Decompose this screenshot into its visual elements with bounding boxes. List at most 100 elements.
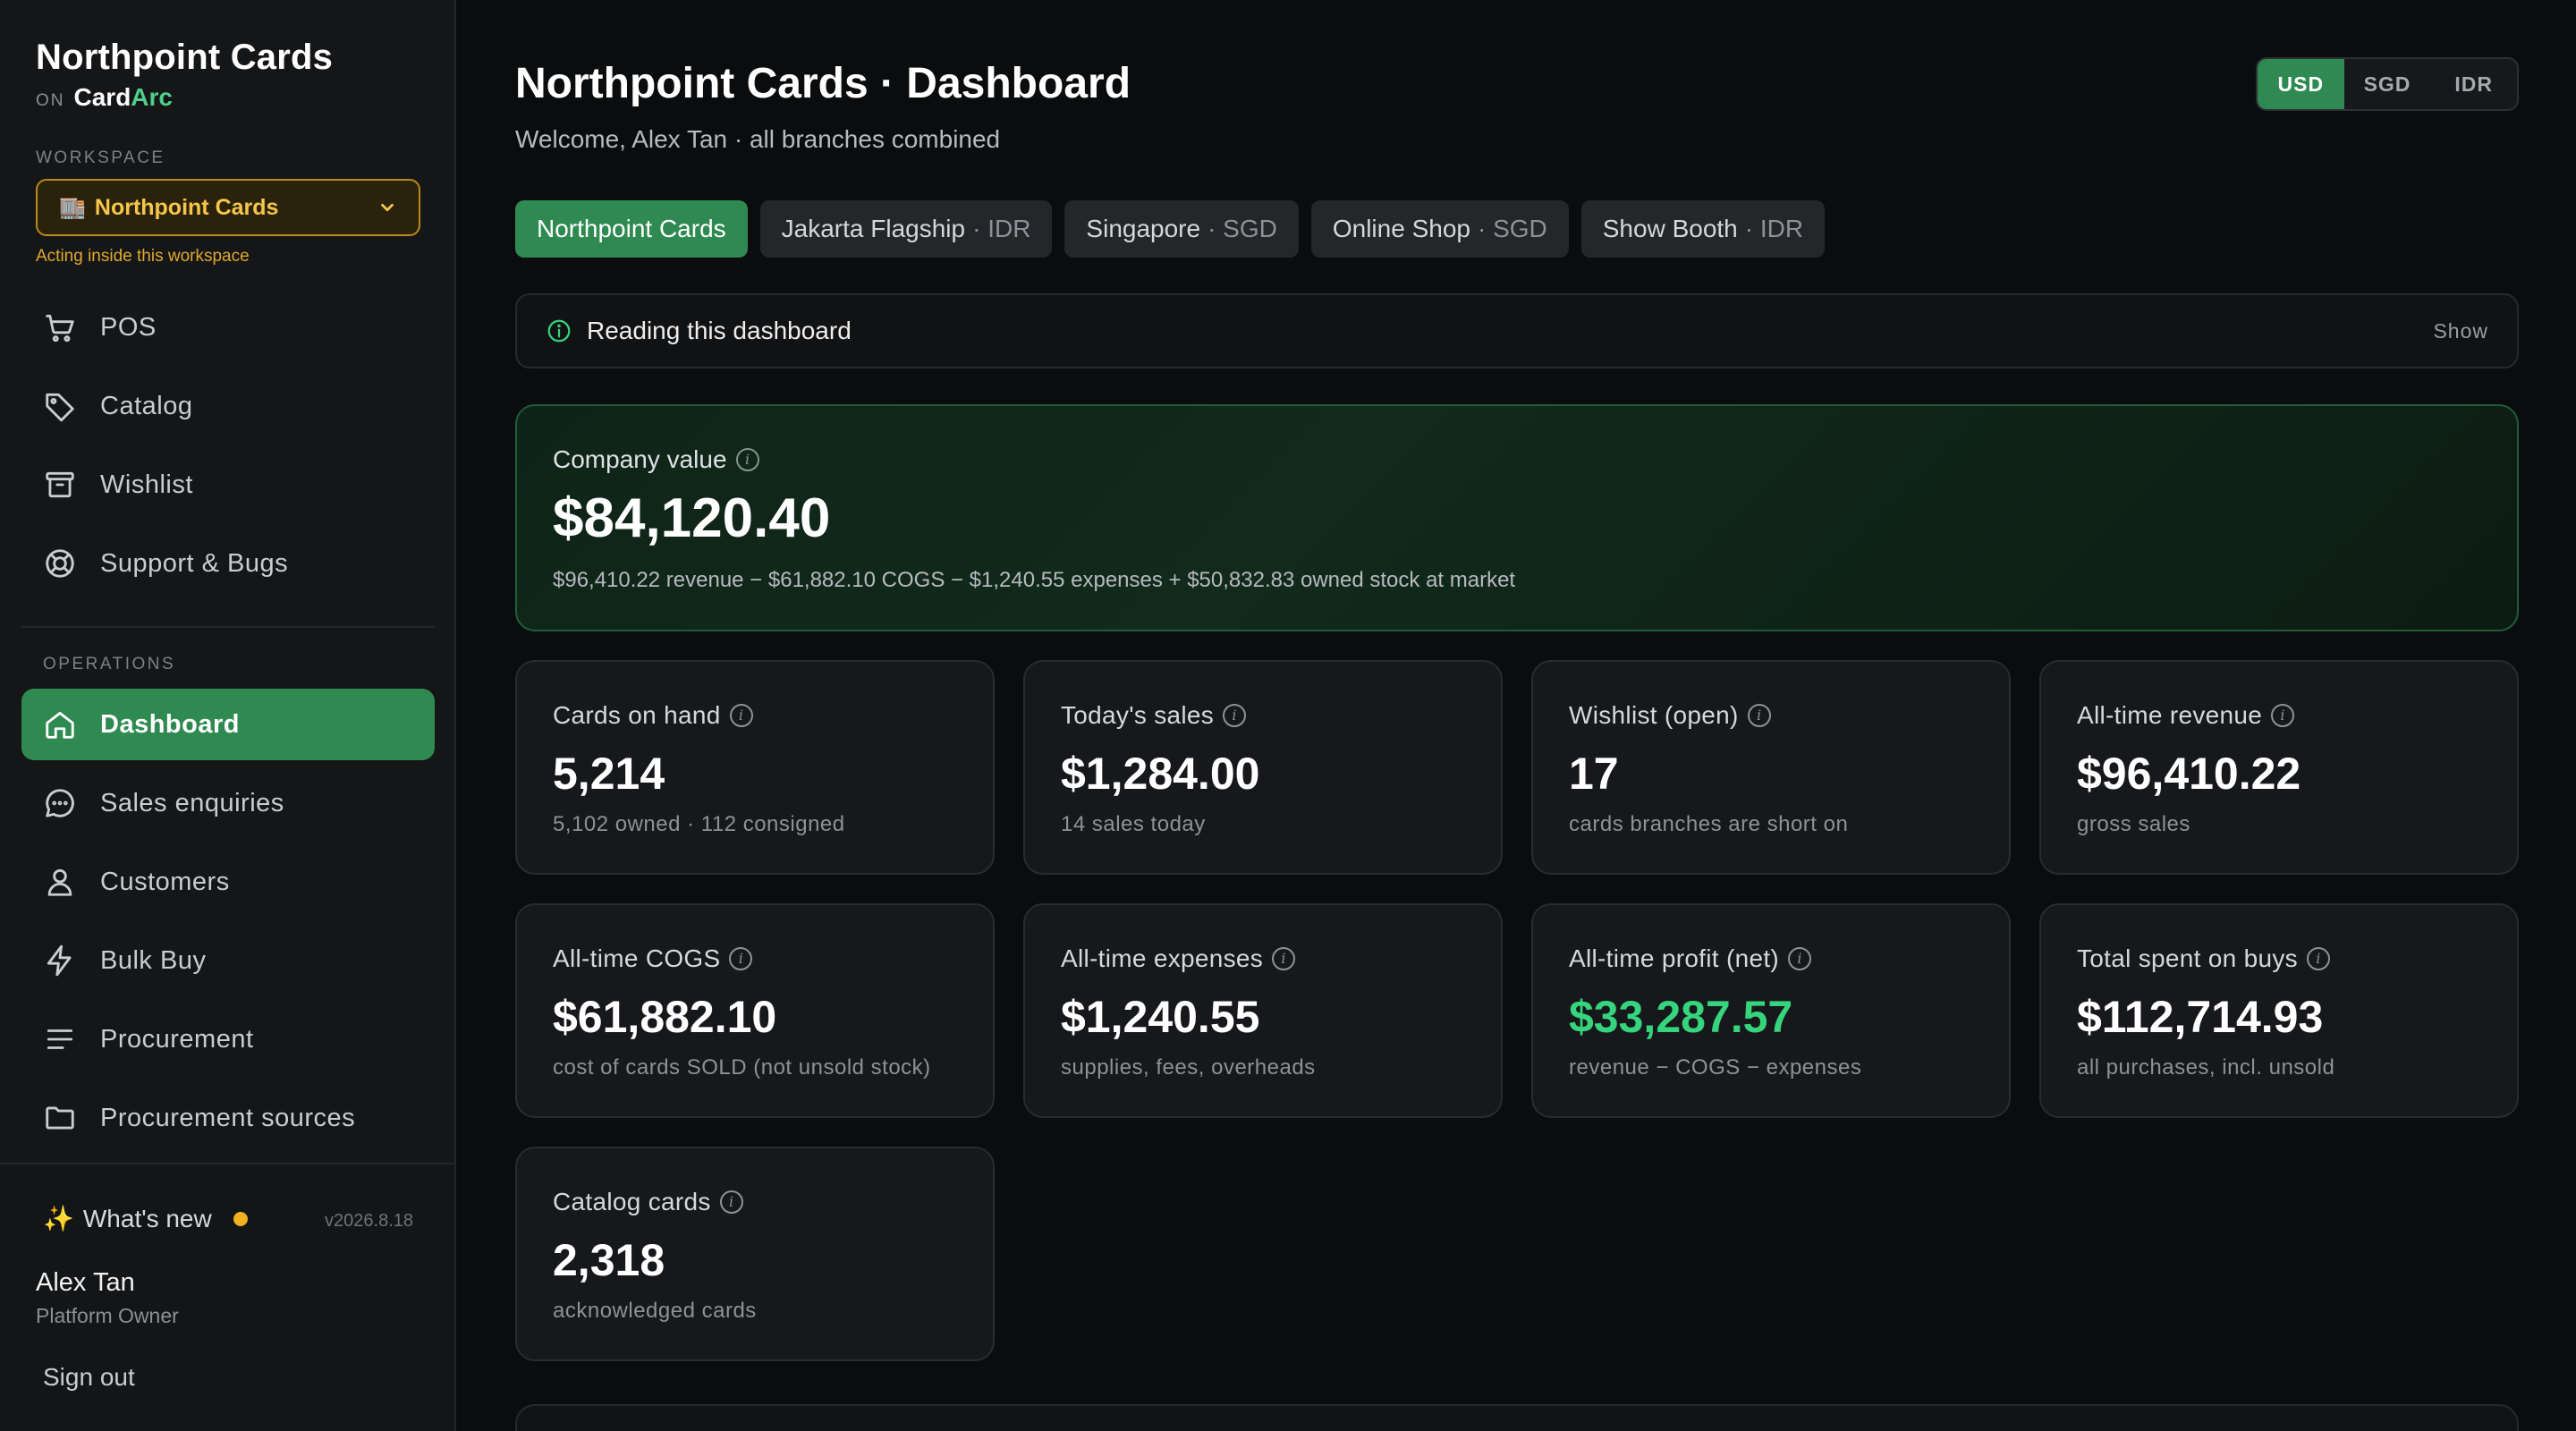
- kpi-card-cards-on-hand: Cards on hand i 5,214 5,102 owned · 112 c…: [515, 660, 995, 875]
- info-icon[interactable]: i: [729, 947, 753, 970]
- sidebar-divider: [21, 626, 435, 628]
- next-panel: [515, 1404, 2519, 1431]
- sidebar-item-procurement-sources[interactable]: Procurement sources: [21, 1082, 435, 1154]
- sidebar-item-dashboard[interactable]: Dashboard: [21, 689, 435, 760]
- kpi-card-total-spent-on-buys: Total spent on buys i $112,714.93 all pur…: [2039, 903, 2519, 1118]
- company-value-card: Company value i $84,120.40 $96,410.22 re…: [515, 404, 2519, 631]
- sidebar-item-label: Wishlist: [100, 470, 193, 499]
- kpi-value: $1,284.00: [1061, 749, 1260, 799]
- kpi-label: All-time revenue: [2077, 701, 2263, 729]
- sidebar-item-label: Catalog: [100, 391, 193, 420]
- kpi-value: 2,318: [553, 1235, 665, 1285]
- kpi-sub: cost of cards SOLD (not unsold stock): [553, 1055, 931, 1080]
- info-icon[interactable]: i: [1223, 704, 1247, 727]
- info-icon[interactable]: i: [719, 1190, 743, 1214]
- tab-northpoint-cards[interactable]: Northpoint Cards: [515, 200, 748, 258]
- reading-guide-panel[interactable]: Reading this dashboard Show: [515, 293, 2519, 368]
- main-content: Northpoint Cards · Dashboard Welcome, Al…: [456, 0, 2576, 1431]
- sign-out-button[interactable]: Sign out: [43, 1363, 135, 1392]
- sidebar-item-procurement[interactable]: Procurement: [21, 1003, 435, 1075]
- tab-show-booth[interactable]: Show Booth · IDR: [1580, 200, 1826, 258]
- workspace-selected: Northpoint Cards: [94, 194, 279, 220]
- sidebar-item-label: POS: [100, 312, 157, 342]
- company-value-breakdown: $96,410.22 revenue − $61,882.10 COGS − $…: [553, 568, 1516, 592]
- notification-dot: [233, 1211, 248, 1226]
- kpi-value: $96,410.22: [2077, 749, 2301, 799]
- platform-logo: CardArc: [73, 83, 174, 111]
- chevron-down-icon: [381, 203, 394, 212]
- workspace-label: WORKSPACE: [36, 148, 165, 167]
- sidebar-item-label: Dashboard: [100, 709, 240, 739]
- sidebar-item-support[interactable]: Support & Bugs: [21, 528, 435, 599]
- kpi-label: All-time COGS: [553, 944, 721, 972]
- currency-sgd-button[interactable]: SGD: [2344, 59, 2431, 109]
- whats-new-label: What's new: [82, 1204, 212, 1232]
- page-title: Northpoint Cards · Dashboard: [515, 60, 1131, 107]
- whats-new-link[interactable]: ✨ What's new: [43, 1204, 248, 1233]
- lifebuoy-icon: [46, 549, 74, 578]
- reading-guide-toggle[interactable]: Show: [2433, 319, 2488, 343]
- sidebar-footer: ✨ What's new v2026.8.18 Alex Tan Platfor…: [0, 1163, 454, 1431]
- user-icon: [47, 868, 72, 896]
- tab-online-shop[interactable]: Online Shop · SGD: [1310, 200, 1569, 258]
- brand-platform: ON CardArc: [36, 83, 333, 112]
- tag-icon: [46, 393, 74, 422]
- kpi-label: Cards on hand: [553, 701, 721, 729]
- brand[interactable]: Northpoint Cards ON CardArc: [36, 38, 333, 112]
- sidebar-item-label: Bulk Buy: [100, 945, 207, 975]
- currency-usd-button[interactable]: USD: [2258, 59, 2344, 109]
- sidebar-item-bulk-buy[interactable]: Bulk Buy: [21, 925, 435, 996]
- info-icon[interactable]: i: [729, 704, 753, 727]
- reading-guide-title: Reading this dashboard: [587, 317, 852, 344]
- sidebar-item-label: Procurement sources: [100, 1103, 356, 1132]
- kpi-card-all-time-profit: All-time profit (net) i $33,287.57 revenu…: [1531, 903, 2011, 1118]
- kpi-sub: supplies, fees, overheads: [1061, 1055, 1316, 1080]
- kpi-label: Catalog cards: [553, 1188, 711, 1215]
- sidebar-item-label: Sales enquiries: [100, 788, 284, 817]
- version-label: v2026.8.18: [325, 1211, 413, 1231]
- tab-singapore[interactable]: Singapore · SGD: [1064, 200, 1299, 258]
- workspace-select[interactable]: 🏬 Northpoint Cards: [36, 179, 420, 236]
- sparkles-icon: ✨: [43, 1205, 74, 1232]
- info-icon[interactable]: i: [1272, 947, 1296, 970]
- workspace-note: Acting inside this workspace: [36, 247, 250, 266]
- home-icon: [46, 711, 74, 739]
- info-circle-icon: [547, 319, 571, 343]
- kpi-sub: 5,102 owned · 112 consigned: [553, 812, 845, 836]
- user-role: Platform Owner: [36, 1304, 179, 1327]
- sidebar-item-wishlist[interactable]: Wishlist: [21, 449, 435, 521]
- info-icon[interactable]: i: [2271, 704, 2295, 727]
- page-subtitle: Welcome, Alex Tan · all branches combine…: [515, 125, 1001, 153]
- company-value: $84,120.40: [553, 487, 831, 549]
- info-icon[interactable]: i: [2306, 947, 2330, 970]
- kpi-value: 5,214: [553, 749, 665, 799]
- user-name: Alex Tan: [36, 1268, 135, 1297]
- kpi-card-todays-sales: Today's sales i $1,284.00 14 sales today: [1023, 660, 1503, 875]
- kpi-label: All-time expenses: [1061, 944, 1264, 972]
- kpi-label: Wishlist (open): [1569, 701, 1739, 729]
- operations-label: OPERATIONS: [43, 655, 176, 673]
- sidebar-item-customers[interactable]: Customers: [21, 846, 435, 918]
- sidebar-item-catalog[interactable]: Catalog: [21, 370, 435, 442]
- kpi-label: Today's sales: [1061, 701, 1215, 729]
- bolt-icon: [47, 944, 72, 977]
- list-icon: [47, 1029, 73, 1049]
- currency-idr-button[interactable]: IDR: [2430, 59, 2517, 109]
- sidebar-item-label: Customers: [100, 867, 230, 896]
- sidebar-item-sales-enquiries[interactable]: Sales enquiries: [21, 767, 435, 839]
- currency-toggle: USD SGD IDR: [2256, 57, 2519, 111]
- kpi-value: $112,714.93: [2077, 992, 2324, 1042]
- kpi-sub: 14 sales today: [1061, 812, 1206, 836]
- tab-jakarta-flagship[interactable]: Jakarta Flagship · IDR: [759, 200, 1053, 258]
- info-icon[interactable]: i: [735, 448, 759, 471]
- info-icon[interactable]: i: [1788, 947, 1812, 970]
- kpi-sub: revenue − COGS − expenses: [1569, 1055, 1862, 1080]
- chat-icon: [46, 789, 74, 817]
- info-icon[interactable]: i: [1747, 704, 1771, 727]
- kpi-label: All-time profit (net): [1569, 944, 1780, 972]
- sidebar-item-pos[interactable]: POS: [21, 292, 435, 363]
- sidebar-item-label: Procurement: [100, 1024, 254, 1054]
- kpi-card-all-time-revenue: All-time revenue i $96,410.22 gross sales: [2039, 660, 2519, 875]
- kpi-sub: cards branches are short on: [1569, 812, 1849, 836]
- brand-name: Northpoint Cards: [36, 38, 334, 77]
